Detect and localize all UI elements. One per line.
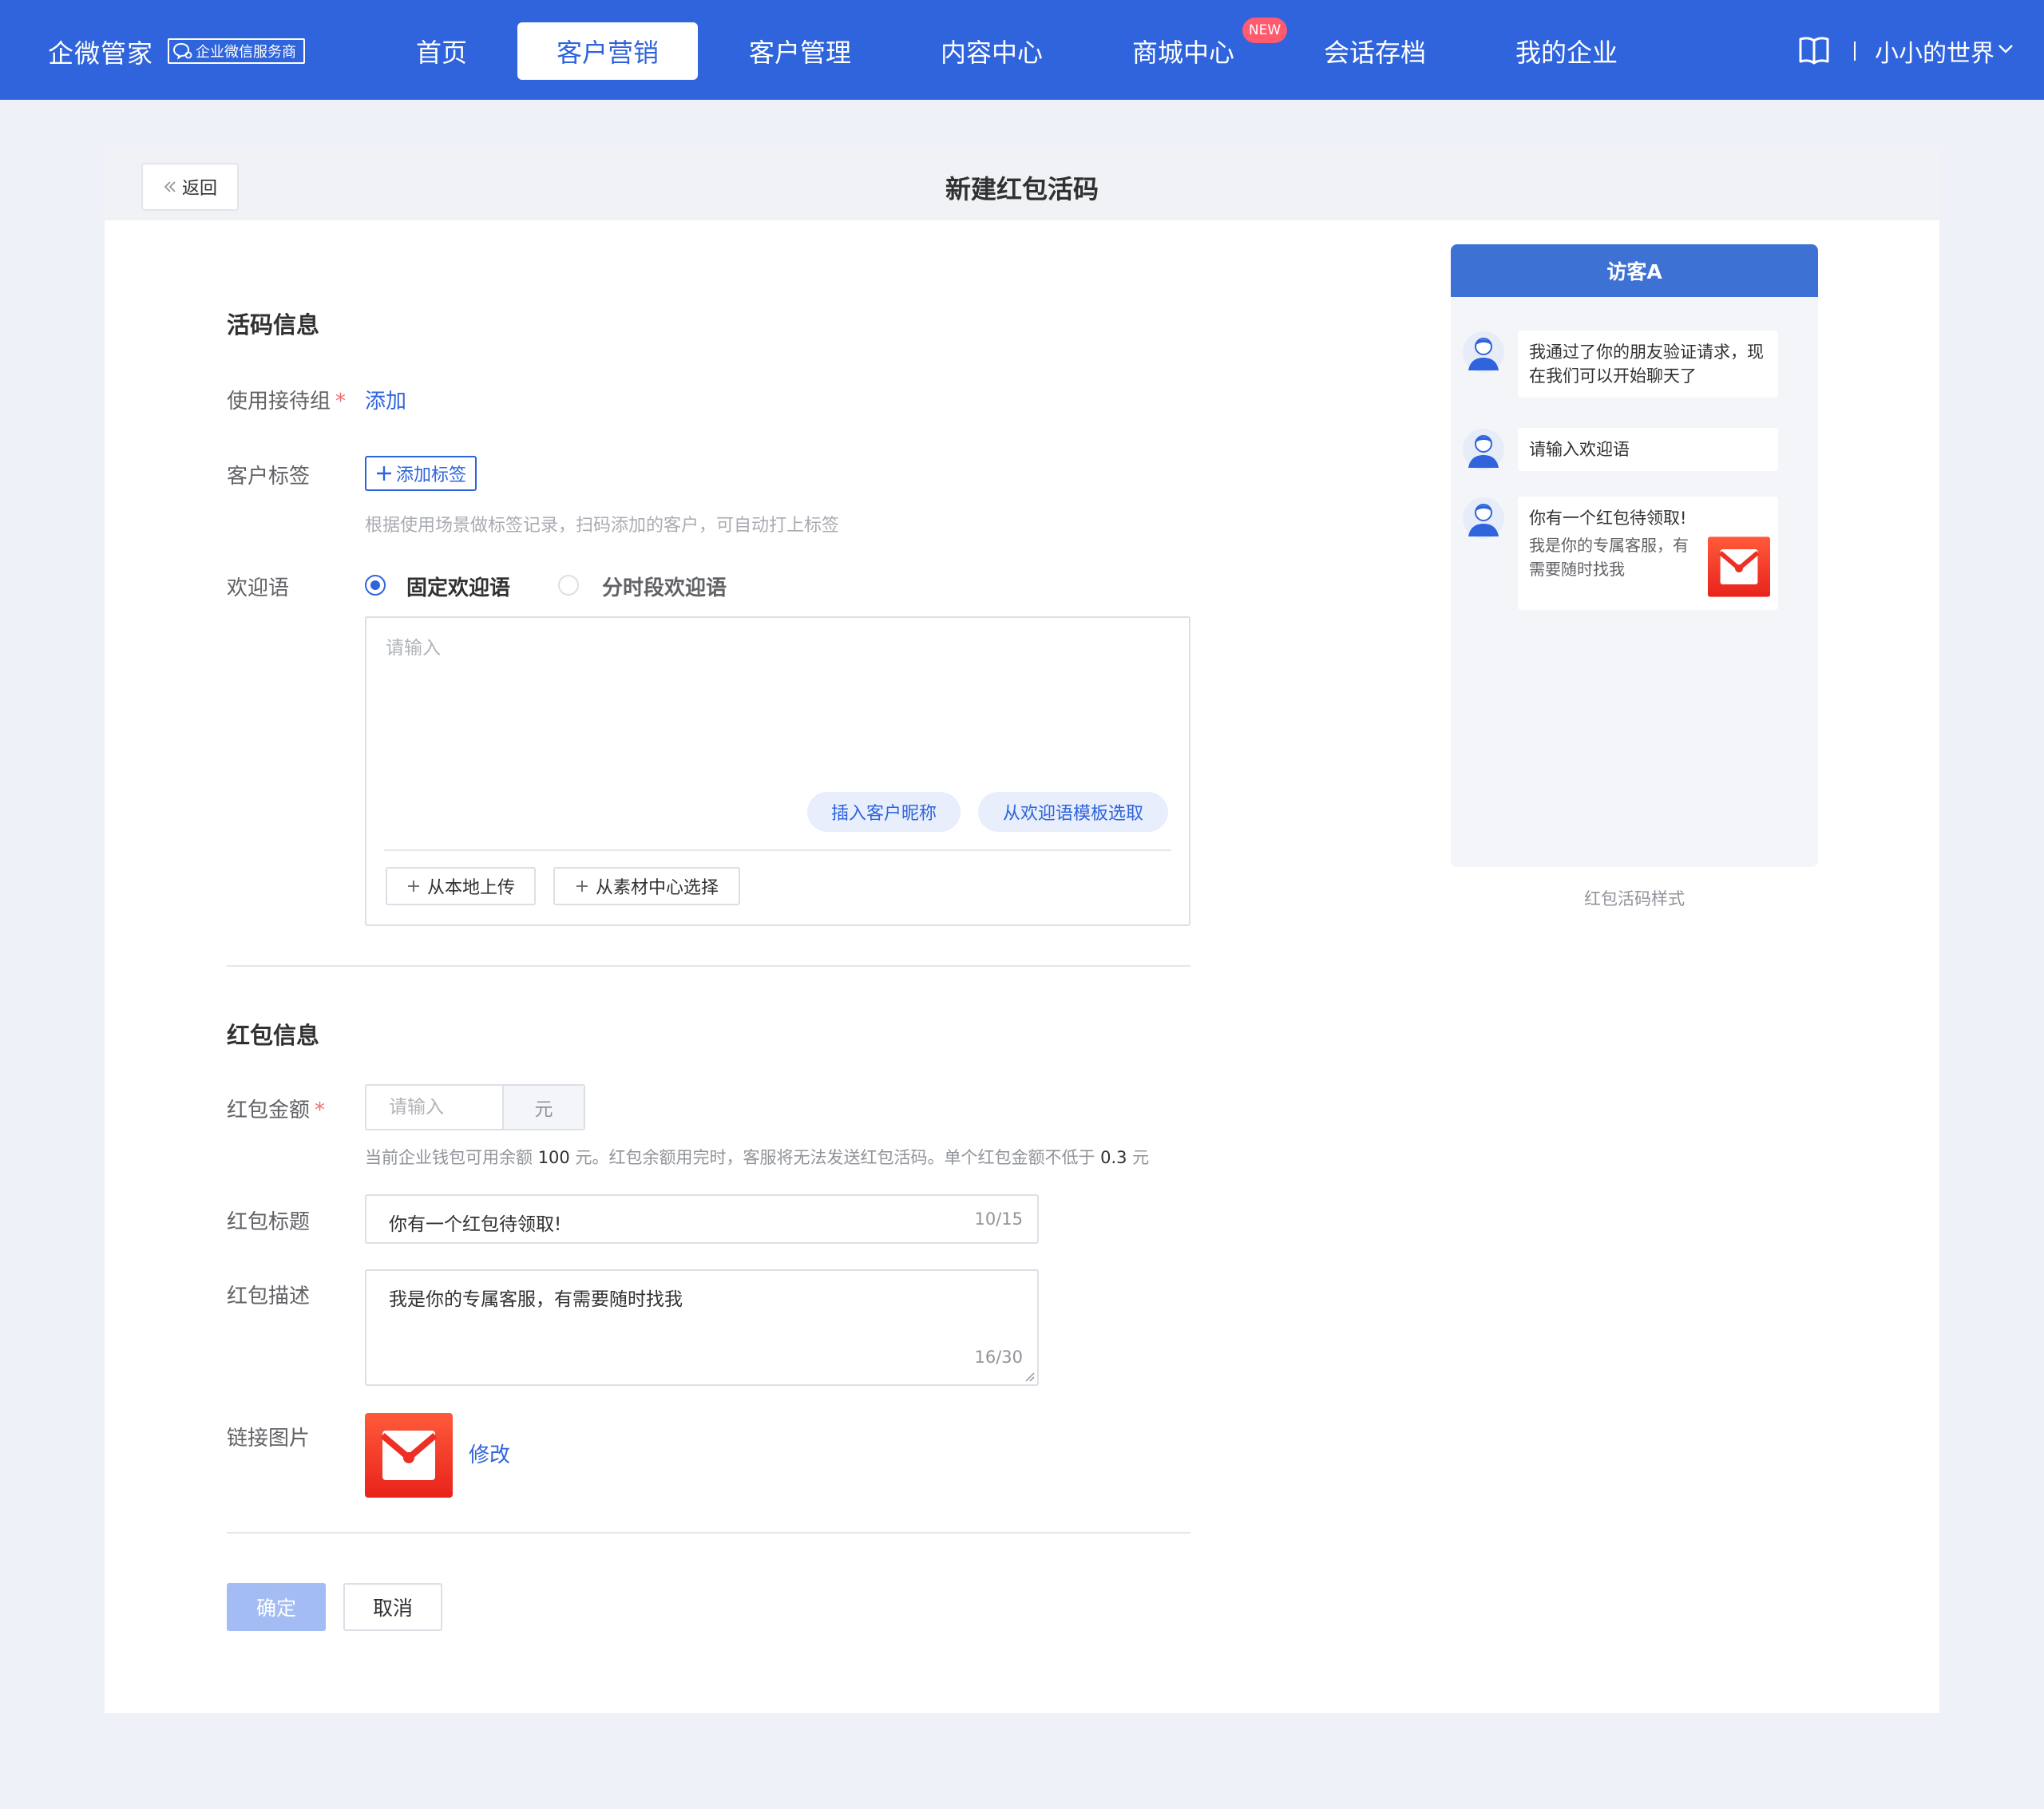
reception-group-label-text: 使用接待组	[227, 390, 331, 414]
nav-item-customer-management[interactable]: 客户管理	[733, 22, 867, 80]
avatar-icon	[1463, 497, 1504, 539]
brand-name[interactable]: 企微管家	[48, 34, 153, 70]
redpacket-desc-count: 16/30	[974, 1348, 1023, 1367]
brand-badge: 企业微信服务商	[168, 38, 305, 64]
nav-item-my-enterprise[interactable]: 我的企业	[1499, 22, 1634, 80]
redpacket-desc-textarea[interactable]: 我是你的专属客服，有需要随时找我 16/30	[365, 1269, 1039, 1386]
amount-input-group: 元	[365, 1084, 585, 1130]
field-label-welcome: 欢迎语	[227, 576, 290, 600]
preview-header: 访客A	[1451, 244, 1818, 297]
preview-bubble-welcome: 请输入欢迎语	[1518, 428, 1778, 471]
tag-hint: 根据使用场景做标签记录，扫码添加的客户，可自动打上标签	[365, 516, 840, 536]
amount-label-text: 红包金额	[227, 1098, 311, 1122]
plus-icon	[376, 466, 391, 481]
radio-timed-welcome[interactable]	[558, 575, 579, 596]
field-label-reception-group: 使用接待组 *	[227, 385, 346, 414]
amount-unit: 元	[502, 1086, 584, 1129]
chevron-down-icon[interactable]	[1998, 43, 2014, 54]
insert-nickname-button[interactable]: 插入客户昵称	[807, 792, 961, 832]
balance-value: 100	[537, 1148, 570, 1167]
min-amount-value: 0.3	[1100, 1148, 1127, 1167]
section-title-redpacket-info: 红包信息	[227, 1022, 320, 1049]
upload-library-button[interactable]: 从素材中心选择	[553, 867, 740, 905]
balance-note-prefix: 当前企业钱包可用余额	[365, 1148, 538, 1167]
red-envelope-icon	[1708, 536, 1770, 597]
resize-grip-icon[interactable]	[1023, 1370, 1036, 1383]
radio-fixed-welcome-label[interactable]: 固定欢迎语	[406, 572, 510, 601]
preview-bubble-redpacket: 你有一个红包待领取! 我是你的专属客服，有需要随时找我	[1518, 497, 1778, 610]
confirm-button[interactable]: 确定	[227, 1583, 326, 1631]
section-title-code-info: 活码信息	[227, 311, 320, 338]
redpacket-title-input[interactable]: 你有一个红包待领取! 10/15	[365, 1194, 1039, 1244]
add-tag-button-label: 添加标签	[395, 465, 466, 485]
preview-caption: 红包活码样式	[1584, 889, 1685, 908]
preview-bubble-greeting: 我通过了你的朋友验证请求，现在我们可以开始聊天了	[1518, 331, 1778, 398]
amount-input[interactable]	[366, 1086, 502, 1129]
plus-icon	[576, 881, 588, 892]
red-envelope-icon[interactable]	[365, 1413, 453, 1498]
welcome-message-box: 插入客户昵称 从欢迎语模板选取 从本地上传 从素材中心选择	[365, 616, 1190, 926]
preview-redpacket-desc: 我是你的专属客服，有需要随时找我	[1529, 536, 1689, 579]
field-label-redpacket-title: 红包标题	[227, 1210, 311, 1234]
upload-local-button[interactable]: 从本地上传	[386, 867, 536, 905]
modify-image-link[interactable]: 修改	[469, 1439, 510, 1468]
balance-note-middle: 元。红包余额用完时，客服将无法发送红包活码。单个红包金额不低于	[569, 1148, 1101, 1167]
nav-item-content-center[interactable]: 内容中心	[925, 22, 1059, 80]
user-name[interactable]: 小小的世界	[1875, 34, 1994, 69]
top-navigation-bar: 企微管家 企业微信服务商 首页 客户营销 客户管理 内容中心 商城中心 NEW …	[0, 0, 2044, 100]
welcome-divider	[384, 849, 1171, 851]
preview-redpacket-title: 你有一个红包待领取!	[1529, 509, 1687, 528]
nav-item-mall-center[interactable]: 商城中心	[1116, 22, 1250, 80]
form-card: 返回 新建红包活码 活码信息 使用接待组 * 添加 客户标签 添加标签 根据使用场…	[105, 150, 1939, 1713]
radio-fixed-welcome[interactable]	[365, 575, 386, 596]
brand-badge-text: 企业微信服务商	[196, 44, 296, 61]
redpacket-title-count: 10/15	[974, 1209, 1023, 1229]
card-header: 返回 新建红包活码	[105, 150, 1939, 220]
avatar-icon	[1463, 331, 1504, 373]
page-title: 新建红包活码	[945, 174, 1099, 204]
radio-timed-welcome-label[interactable]: 分时段欢迎语	[602, 572, 727, 601]
avatar-icon	[1463, 429, 1504, 470]
balance-note: 当前企业钱包可用余额 100 元。红包余额用完时，客服将无法发送红包活码。单个红…	[365, 1145, 1149, 1169]
add-tag-button[interactable]: 添加标签	[365, 456, 477, 491]
user-divider	[1854, 42, 1856, 61]
balance-note-suffix: 元	[1127, 1148, 1150, 1167]
welcome-message-input[interactable]	[366, 618, 1189, 778]
add-reception-group-link[interactable]: 添加	[365, 385, 406, 414]
field-label-link-image: 链接图片	[227, 1427, 311, 1451]
required-mark: *	[335, 390, 347, 414]
plus-icon	[407, 881, 419, 892]
book-icon[interactable]	[1798, 35, 1830, 65]
chat-bubble-icon	[172, 42, 192, 60]
cancel-button[interactable]: 取消	[343, 1583, 442, 1631]
field-label-customer-tag: 客户标签	[227, 465, 311, 489]
new-badge: NEW	[1242, 18, 1287, 43]
redpacket-preview: 访客A 我通过了你的朋友验证请求，现在我们可以开始聊天了 请输入欢迎语 你有一个…	[1451, 244, 1818, 867]
section-divider	[227, 1532, 1190, 1534]
section-divider	[227, 965, 1190, 967]
upload-local-label: 从本地上传	[426, 878, 515, 898]
nav-item-chat-archive[interactable]: 会话存档	[1308, 22, 1442, 80]
redpacket-title-value: 你有一个红包待领取!	[389, 1214, 562, 1235]
nav-item-customer-marketing[interactable]: 客户营销	[517, 22, 698, 80]
field-label-amount: 红包金额 *	[227, 1094, 325, 1123]
upload-library-label: 从素材中心选择	[595, 878, 719, 898]
field-label-redpacket-desc: 红包描述	[227, 1285, 311, 1308]
nav-item-home[interactable]: 首页	[388, 22, 495, 80]
redpacket-desc-value: 我是你的专属客服，有需要随时找我	[389, 1289, 683, 1310]
required-mark: *	[315, 1098, 326, 1122]
pick-template-button[interactable]: 从欢迎语模板选取	[978, 792, 1168, 832]
